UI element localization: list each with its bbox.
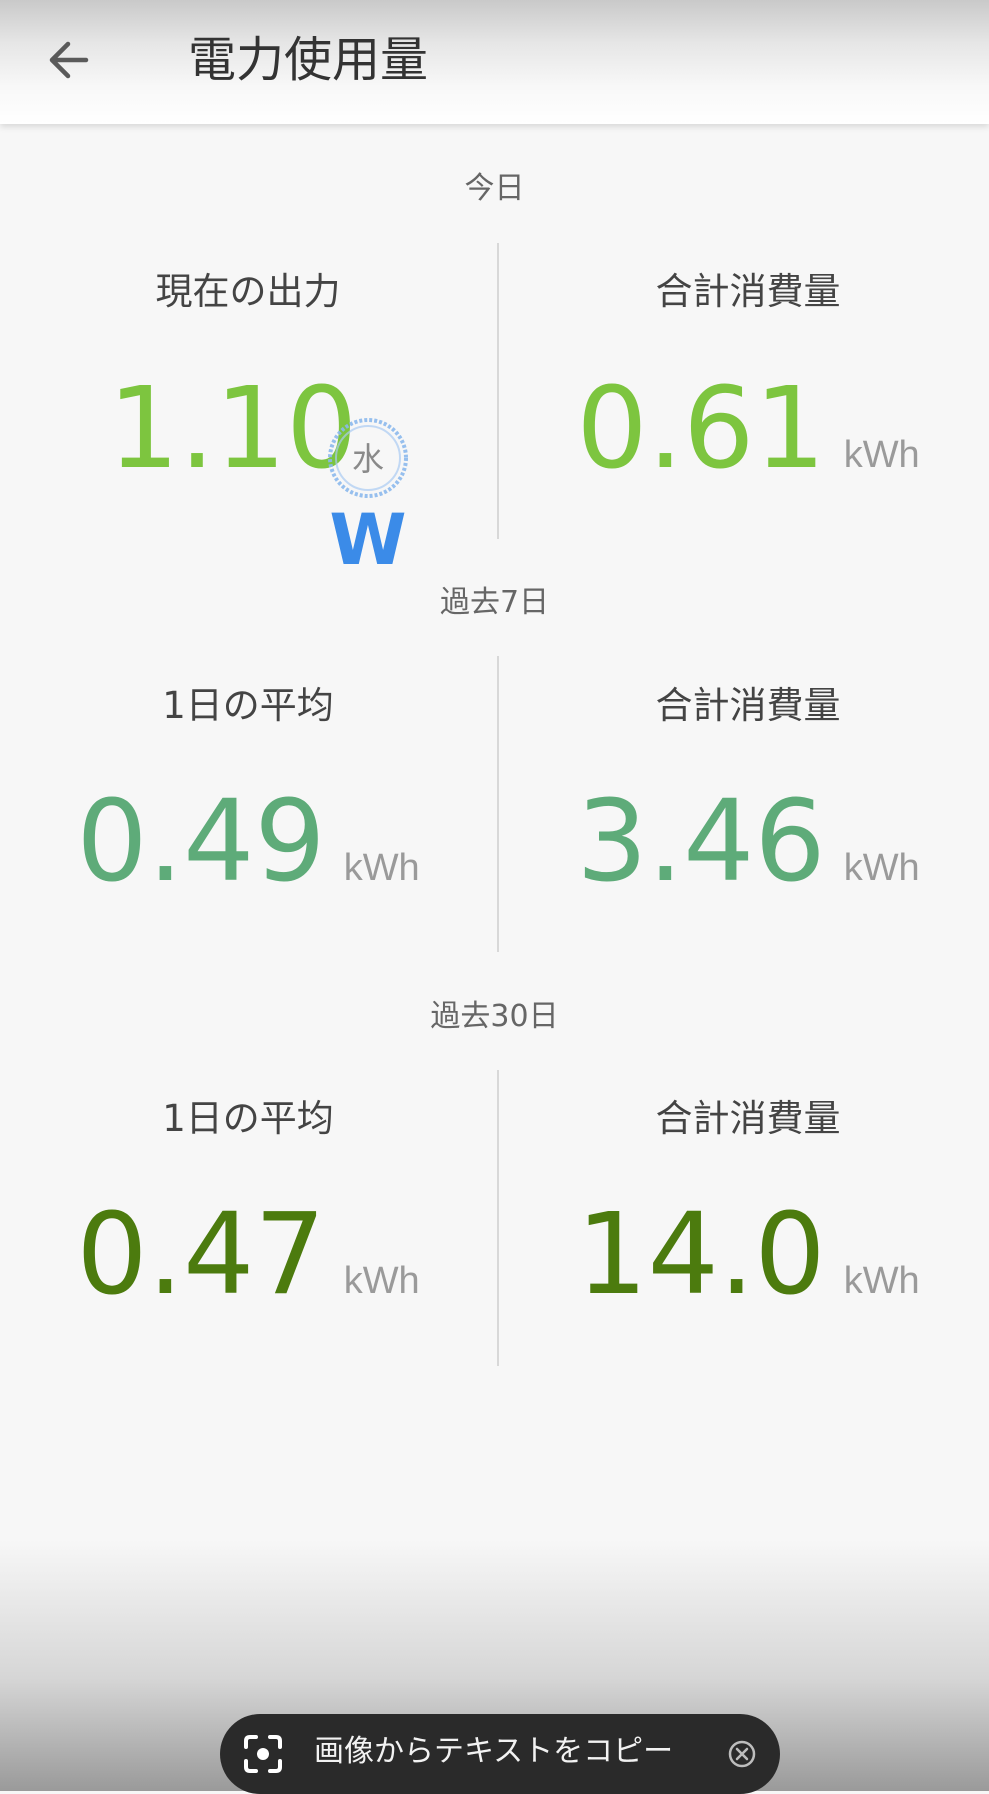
divider-today — [497, 243, 499, 539]
section-label-today: 今日 — [464, 171, 525, 206]
arrow-back-icon — [49, 41, 89, 79]
app-bar: 電力使用量 — [0, 0, 989, 124]
total-consumption-label-30days: 合計消費量 — [655, 1097, 841, 1140]
daily-average-unit-30days: kWh — [343, 1260, 420, 1302]
total-consumption-unit-7days: kWh — [843, 847, 920, 889]
total-consumption-value-30days: 14.0 — [576, 1190, 826, 1320]
divider-30days — [497, 1070, 499, 1366]
unit-w-text: W — [329, 499, 406, 572]
page-title: 電力使用量 — [188, 32, 429, 88]
section-label-7days: 過去7日 — [439, 585, 550, 620]
total-consumption-value-row-7days: 3.46 kWh — [500, 777, 989, 907]
current-output-label: 現在の出力 — [155, 270, 341, 313]
back-button[interactable] — [38, 30, 98, 90]
section-label-30days: 過去30日 — [430, 999, 559, 1034]
total-consumption-value-7days: 3.46 — [576, 777, 826, 907]
daily-average-value-row-30days: 0.47 kWh — [0, 1190, 496, 1320]
daily-average-value-row-7days: 0.49 kWh — [0, 777, 496, 907]
copy-text-label: 画像からテキストをコピー — [314, 1734, 674, 1769]
total-consumption-value-today: 0.61 — [576, 364, 826, 494]
total-consumption-unit-today: kWh — [843, 434, 920, 476]
daily-average-value-7days: 0.49 — [76, 777, 326, 907]
total-consumption-unit-30days: kWh — [843, 1260, 920, 1302]
current-output-unit: 水 W — [320, 412, 416, 581]
divider-7days — [497, 656, 499, 952]
total-consumption-value-row-30days: 14.0 kWh — [500, 1190, 989, 1320]
total-consumption-value-row-today: 0.61 kWh — [500, 364, 989, 494]
daily-average-label-30days: 1日の平均 — [162, 1097, 334, 1140]
text-scan-icon — [244, 1735, 282, 1773]
daily-average-label-7days: 1日の平均 — [162, 684, 334, 727]
unit-circle-label: 水 — [352, 440, 384, 478]
close-circle-icon[interactable] — [726, 1738, 758, 1770]
total-consumption-label-7days: 合計消費量 — [655, 684, 841, 727]
total-consumption-label-today: 合計消費量 — [655, 270, 841, 313]
copy-text-from-image-button[interactable]: 画像からテキストをコピー — [220, 1714, 780, 1794]
daily-average-value-30days: 0.47 — [76, 1190, 326, 1320]
daily-average-unit-7days: kWh — [343, 847, 420, 889]
current-output-value-row: 1.10 — [0, 364, 496, 494]
